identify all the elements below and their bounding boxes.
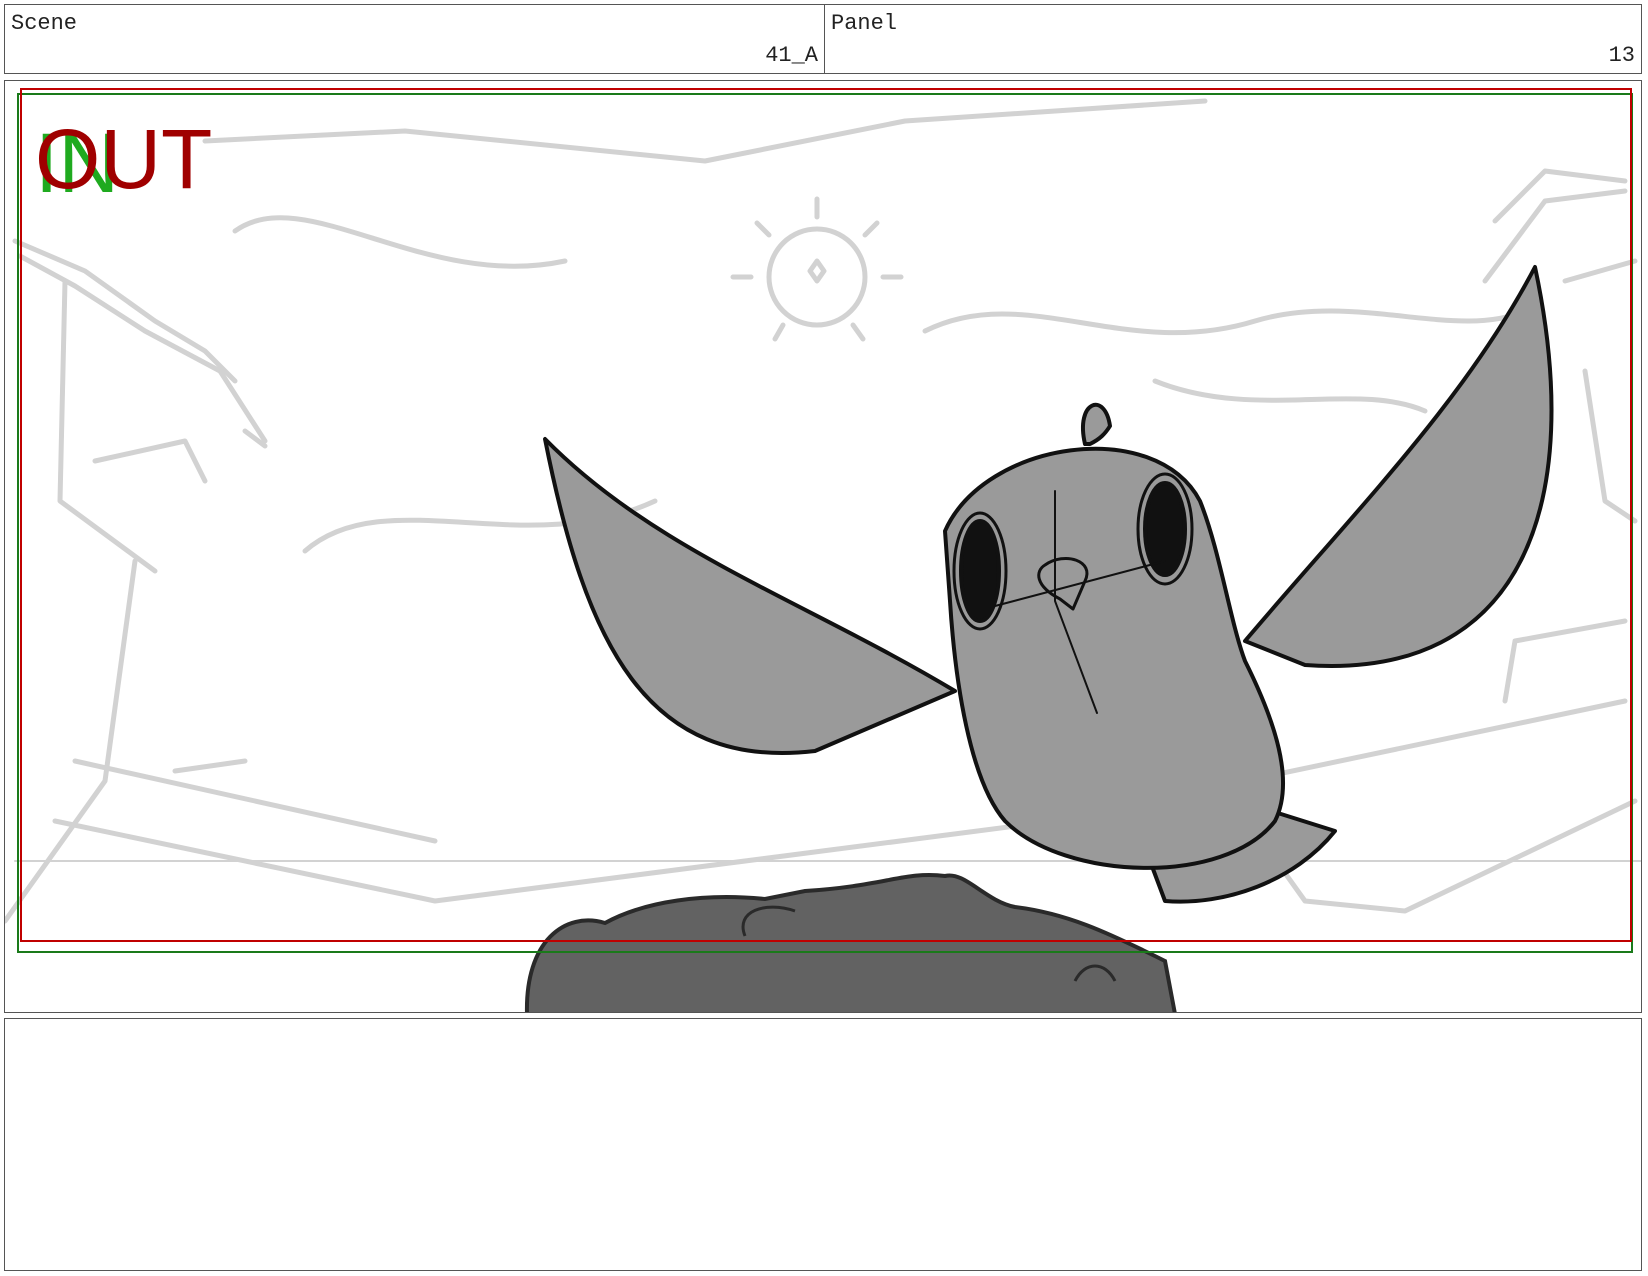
scene-cell: Scene 41_A xyxy=(5,5,825,73)
out-label: OUT xyxy=(35,112,213,206)
right-wing xyxy=(1243,265,1554,668)
left-wing xyxy=(543,437,957,755)
storyboard-frame: IN OUT xyxy=(4,80,1642,1013)
left-eye xyxy=(959,519,1001,623)
bird-character xyxy=(543,265,1554,904)
panel-cell: Panel 13 xyxy=(825,5,1641,73)
panel-header: Scene 41_A Panel 13 xyxy=(4,4,1642,74)
rock-shape xyxy=(525,873,1177,1012)
bird-body xyxy=(943,446,1286,870)
panel-number: 13 xyxy=(1608,43,1635,68)
scene-number: 41_A xyxy=(765,43,818,68)
head-tuft xyxy=(1081,403,1112,446)
scene-label: Scene xyxy=(11,11,78,36)
notes-area[interactable] xyxy=(4,1018,1642,1271)
storyboard-drawing xyxy=(5,88,1641,1012)
panel-label: Panel xyxy=(831,11,898,36)
